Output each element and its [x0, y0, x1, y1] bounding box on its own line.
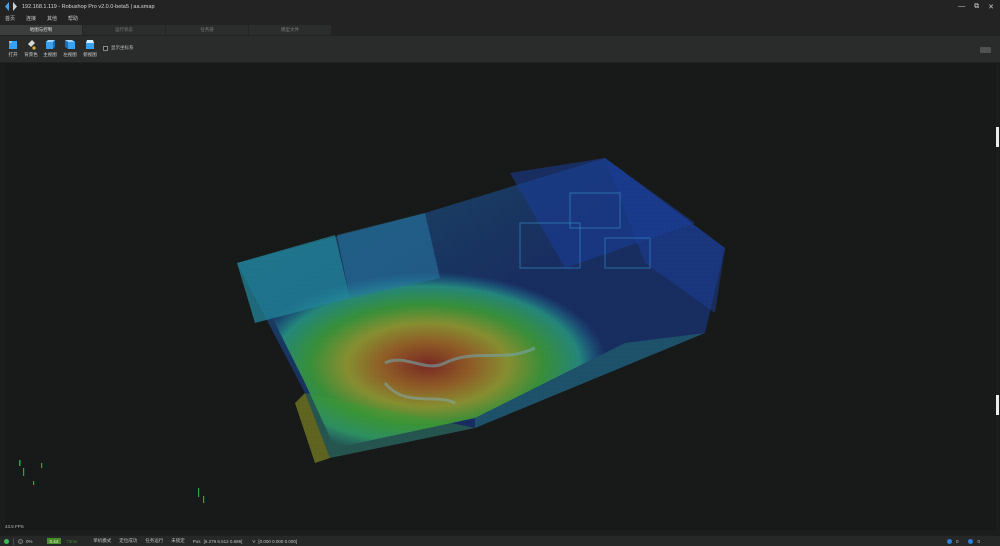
velocity-label: V — [252, 538, 256, 544]
tab-model-files[interactable]: 模型文件 — [249, 25, 331, 35]
menu-help[interactable]: 帮助 — [68, 15, 78, 22]
task-status: 任务运行 — [145, 538, 164, 543]
notice-count: 0 — [977, 538, 980, 544]
top-view-label: 俯视图 — [83, 52, 97, 57]
notice-icon[interactable] — [968, 538, 974, 544]
open-button[interactable]: 打开 — [3, 40, 23, 62]
menu-bar: 首页 连接 其他 帮助 — [0, 13, 1000, 24]
menu-home[interactable]: 首页 — [5, 15, 15, 22]
tab-row: 地图与控制 运行状态 任务链 模型文件 — [0, 24, 1000, 36]
latency-value: 73ms — [66, 538, 78, 544]
left-view-label: 左视图 — [63, 52, 77, 57]
tab-run-status[interactable]: 运行状态 — [83, 25, 165, 35]
speed-badge: 0.44 — [46, 538, 62, 544]
info-icon[interactable] — [946, 538, 952, 544]
connection-status-icon — [4, 538, 9, 544]
status-bar: 0% 0.44 73ms 单机模式 定位成功 任务运行 未锁定 Pos [6.2… — [0, 536, 1000, 546]
minimize-icon[interactable]: — — [958, 3, 965, 10]
point-cloud-render — [5, 63, 996, 530]
progress-ring-icon — [18, 538, 23, 544]
info-count: 0 — [955, 538, 959, 544]
paint-bucket-icon — [28, 40, 36, 50]
point-cloud-viewport[interactable] — [5, 63, 996, 530]
window-title: 192.168.1.119 - Robushop Pro v2.0.0-beta… — [22, 3, 155, 10]
restore-icon[interactable]: ⧉ — [974, 3, 979, 11]
right-edge-marker-lower[interactable] — [996, 395, 999, 415]
left-view-button[interactable]: 左视图 — [60, 40, 80, 62]
top-view-cube-icon — [86, 40, 94, 49]
window-controls: — ⧉ ✕ — [958, 0, 994, 13]
main-view-button[interactable]: 主视图 — [40, 40, 60, 62]
show-axes-toggle[interactable]: 显示坐标系 — [103, 45, 134, 51]
app-logo-icon — [5, 2, 17, 11]
panel-toggle-button[interactable] — [980, 47, 991, 53]
toolbar: 打开 背景色 主视图 左视图 俯视图 显示坐标系 — [0, 36, 1000, 63]
pos-label: Pos — [192, 538, 201, 544]
fps-readout: 43.5 FPS — [5, 524, 24, 529]
title-bar: 192.168.1.119 - Robushop Pro v2.0.0-beta… — [0, 0, 1000, 13]
left-view-cube-icon — [65, 40, 75, 49]
show-axes-checkbox[interactable] — [103, 45, 108, 51]
folder-open-icon — [9, 41, 17, 49]
top-view-button[interactable]: 俯视图 — [80, 40, 100, 62]
menu-connect[interactable]: 连接 — [26, 15, 36, 22]
message-indicators: 0 0 — [946, 536, 980, 546]
main-view-cube-icon — [46, 40, 55, 49]
menu-other[interactable]: 其他 — [47, 15, 57, 22]
right-edge-marker[interactable] — [996, 127, 999, 147]
progress-percent: 0% — [26, 538, 33, 544]
lock-status: 未锁定 — [171, 538, 185, 543]
open-label: 打开 — [8, 52, 18, 57]
tab-task-chain[interactable]: 任务链 — [166, 25, 248, 35]
background-color-label: 背景色 — [24, 52, 38, 57]
velocity-value: [0.000 0.000 0.000] — [258, 538, 298, 544]
tab-map-control[interactable]: 地图与控制 — [0, 25, 82, 35]
background-color-button[interactable]: 背景色 — [21, 40, 41, 62]
mode-status: 单机模式 — [93, 538, 112, 543]
close-icon[interactable]: ✕ — [988, 3, 994, 11]
show-axes-label: 显示坐标系 — [111, 45, 134, 50]
pos-value: [6.279 6.512 0.686] — [203, 538, 243, 544]
locate-status: 定位成功 — [119, 538, 138, 543]
main-view-label: 主视图 — [43, 52, 57, 57]
